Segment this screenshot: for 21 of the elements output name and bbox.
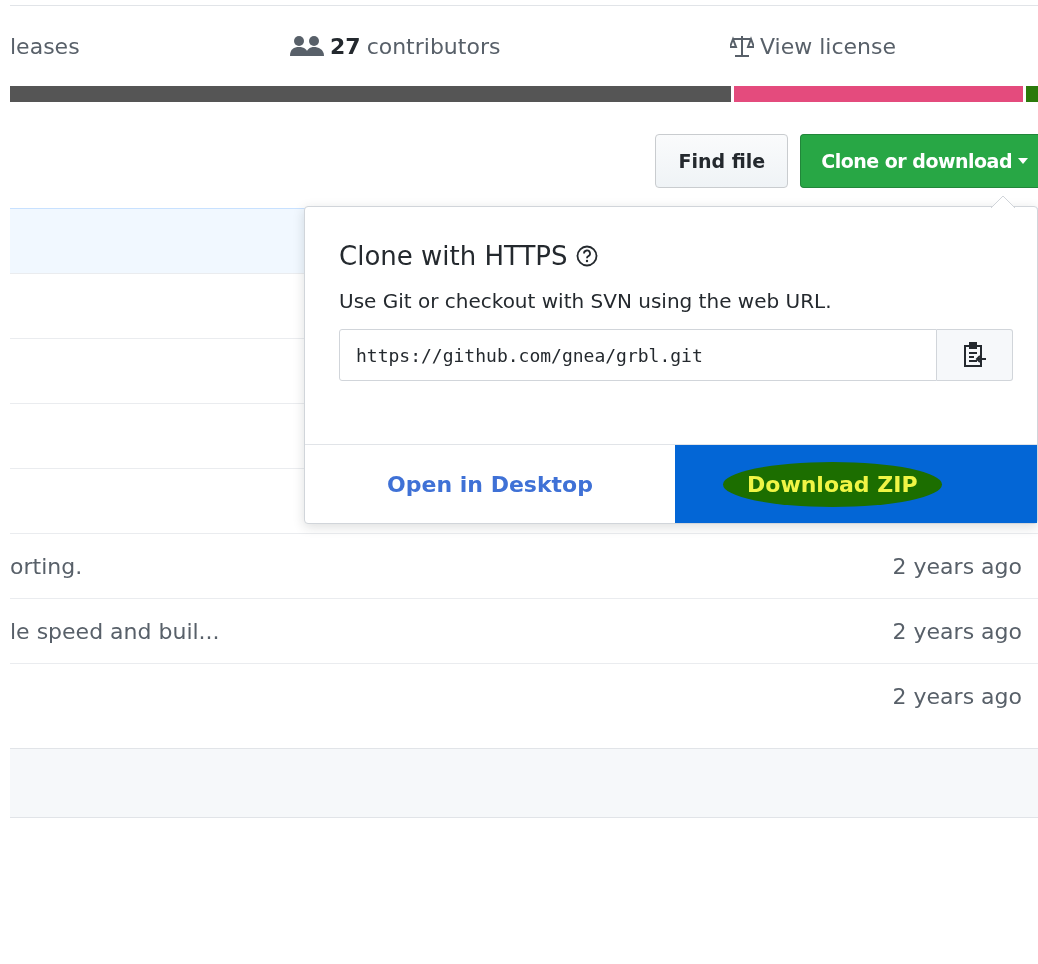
copy-button[interactable]: [937, 329, 1013, 381]
stat-link[interactable]: View license: [760, 33, 896, 59]
stat-link[interactable]: contributors: [366, 33, 501, 59]
download-zip-link[interactable]: Download ZIP: [723, 461, 942, 507]
clone-url-field[interactable]: https://github.com/gnea/grbl.git: [339, 329, 937, 381]
find-file-button[interactable]: Find file: [655, 134, 789, 188]
popover-title: Clone with HTTPS: [339, 241, 568, 271]
open-in-desktop-link[interactable]: Open in Desktop: [305, 445, 675, 523]
commit-message[interactable]: orting.: [10, 553, 83, 579]
stat-link[interactable]: leases: [10, 33, 80, 59]
contributor-count[interactable]: 27: [330, 33, 361, 59]
popover-description: Use Git or checkout with SVN using the web URL.: [339, 289, 833, 313]
commit-age: 2 years ago: [892, 683, 1022, 709]
caret-icon: [1018, 158, 1028, 164]
people-icon: [290, 35, 324, 57]
clipboard-icon: [962, 342, 987, 368]
commit-message[interactable]: le speed and buil...: [10, 618, 220, 644]
commit-age: 2 years ago: [892, 618, 1022, 644]
help-icon[interactable]: [575, 245, 598, 267]
commit-age: 2 years ago: [892, 553, 1022, 579]
scale-icon: [730, 35, 754, 57]
